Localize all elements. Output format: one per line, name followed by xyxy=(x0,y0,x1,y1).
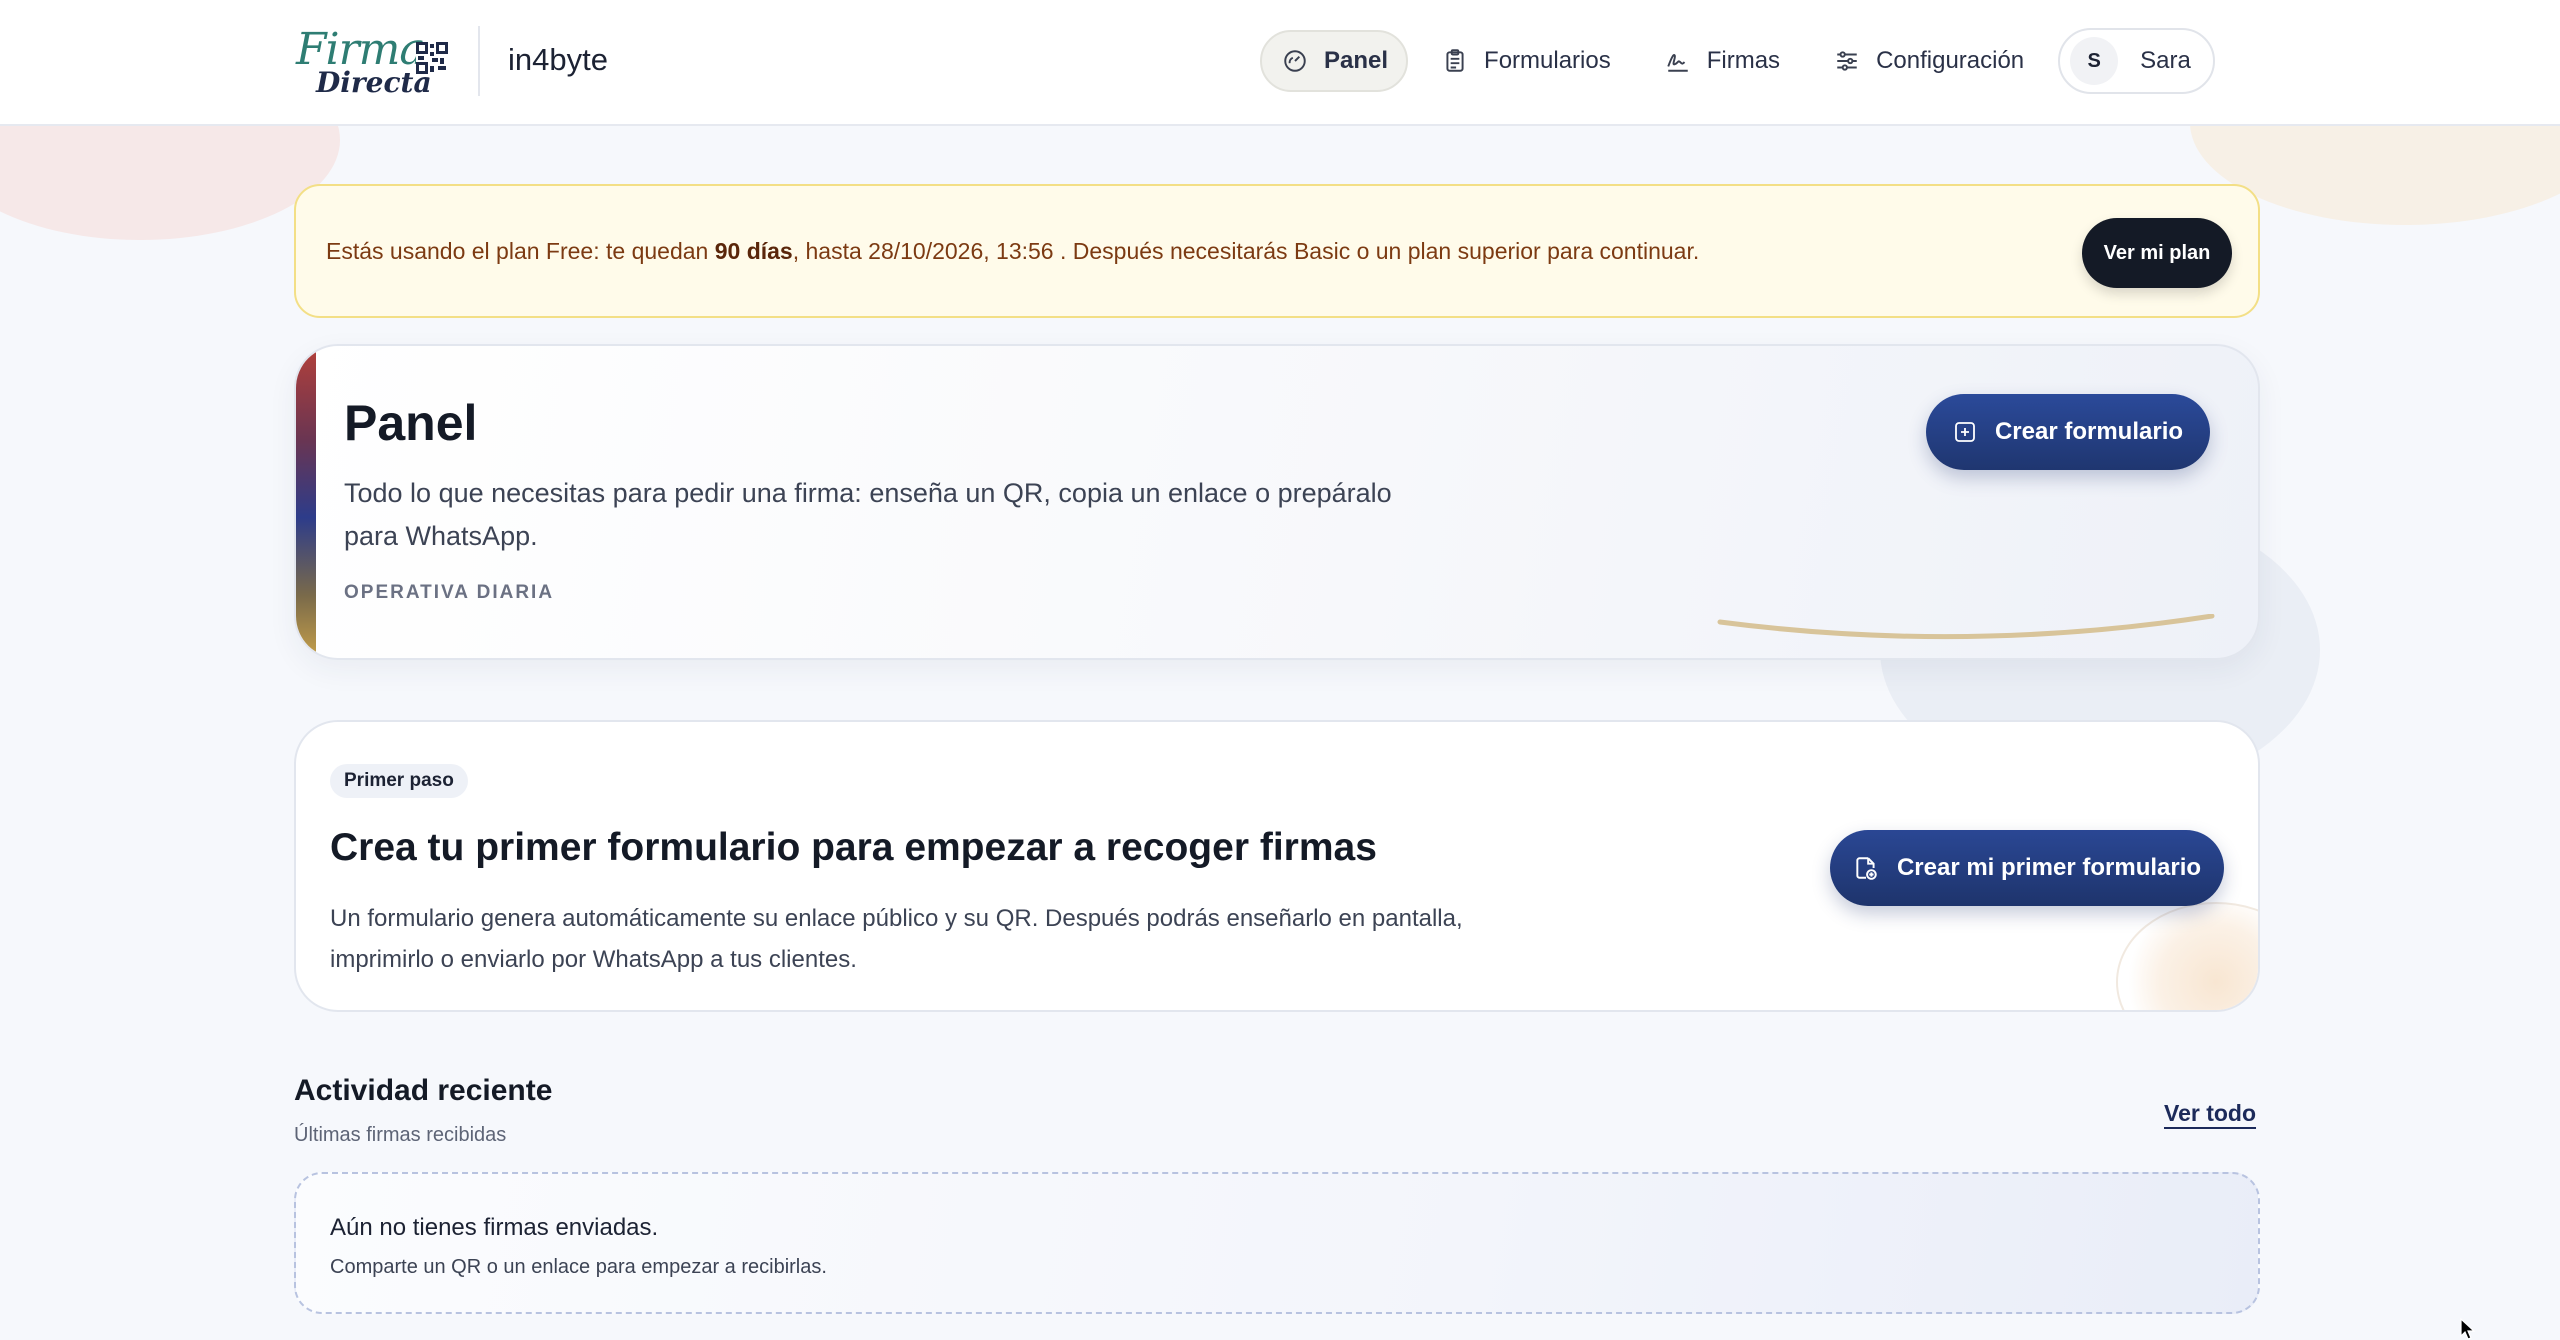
nav-label: Firmas xyxy=(1706,47,1781,74)
accent-stripe xyxy=(296,346,316,658)
avatar: S xyxy=(2070,37,2119,85)
decorative-glow xyxy=(2116,902,2258,1010)
plan-banner-text: Estás usando el plan Free: te quedan 90 … xyxy=(326,238,1699,265)
step-title: Crea tu primer formulario para empezar a… xyxy=(330,826,1377,869)
empty-state-subtitle: Comparte un QR o un enlace para empezar … xyxy=(330,1256,827,1278)
nav-item-panel[interactable]: Panel xyxy=(1260,30,1409,92)
nav-label: Configuración xyxy=(1876,47,2025,74)
dashboard-icon xyxy=(1284,50,1306,72)
top-header: Firma Directa in4byte Panel Formularios … xyxy=(0,0,2560,126)
section-eyebrow: OPERATIVA DIARIA xyxy=(344,582,555,603)
banner-text-end: , hasta 28/10/2026, 13:56 . Después nece… xyxy=(792,238,1700,264)
step-badge: Primer paso xyxy=(330,764,468,798)
signature-icon xyxy=(1667,54,1688,72)
remaining-days: 90 días xyxy=(714,238,793,264)
main-nav: Panel Formularios Firmas Configuración S… xyxy=(1260,28,2215,94)
step-description: Un formulario genera automáticamente su … xyxy=(330,905,1463,973)
create-first-form-label: Crear mi primer formulario xyxy=(1896,854,2202,881)
mouse-cursor-icon xyxy=(2460,1318,2476,1340)
first-step-card: Primer paso Crea tu primer formulario pa… xyxy=(294,720,2260,1012)
qr-code-icon xyxy=(416,42,448,74)
header-divider xyxy=(478,26,480,96)
file-plus-icon xyxy=(1856,857,1877,880)
empty-state-title: Aún no tienes firmas enviadas. xyxy=(330,1214,659,1241)
clipboard-icon xyxy=(1446,49,1464,72)
create-form-button[interactable]: Crear formulario xyxy=(1926,394,2210,470)
brand-logo[interactable]: Firma Directa xyxy=(294,24,454,100)
company-name: in4byte xyxy=(508,42,608,77)
sliders-icon xyxy=(1837,51,1857,71)
nav-item-configuracion[interactable]: Configuración xyxy=(1814,30,2044,92)
user-menu[interactable]: S Sara xyxy=(2058,28,2215,94)
create-form-label: Crear formulario xyxy=(1994,418,2184,445)
plus-square-icon xyxy=(1955,422,1975,442)
page-title: Panel xyxy=(344,395,478,451)
nav-label: Panel xyxy=(1324,47,1389,74)
nav-item-firmas[interactable]: Firmas xyxy=(1645,30,1800,92)
nav-item-formularios[interactable]: Formularios xyxy=(1422,30,1631,92)
see-all-link[interactable]: Ver todo xyxy=(2164,1100,2256,1127)
panel-hero: Panel Todo lo que necesitas para pedir u… xyxy=(294,344,2260,660)
create-first-form-button[interactable]: Crear mi primer formulario xyxy=(1830,830,2224,906)
page-description: Todo lo que necesitas para pedir una fir… xyxy=(344,478,1392,551)
recent-activity-title: Actividad reciente xyxy=(294,1074,553,1107)
user-name: Sara xyxy=(2140,47,2191,74)
nav-label: Formularios xyxy=(1484,47,1611,74)
logo-word-directa: Directa xyxy=(316,66,432,99)
empty-state: Aún no tienes firmas enviadas. Comparte … xyxy=(294,1172,2260,1314)
plan-banner: Estás usando el plan Free: te quedan 90 … xyxy=(294,184,2260,318)
view-plan-button[interactable]: Ver mi plan xyxy=(2082,218,2232,288)
decorative-swoosh xyxy=(1717,614,2215,640)
banner-text-start: Estás usando el plan Free: te quedan xyxy=(326,238,715,264)
recent-activity-subtitle: Últimas firmas recibidas xyxy=(294,1124,507,1146)
